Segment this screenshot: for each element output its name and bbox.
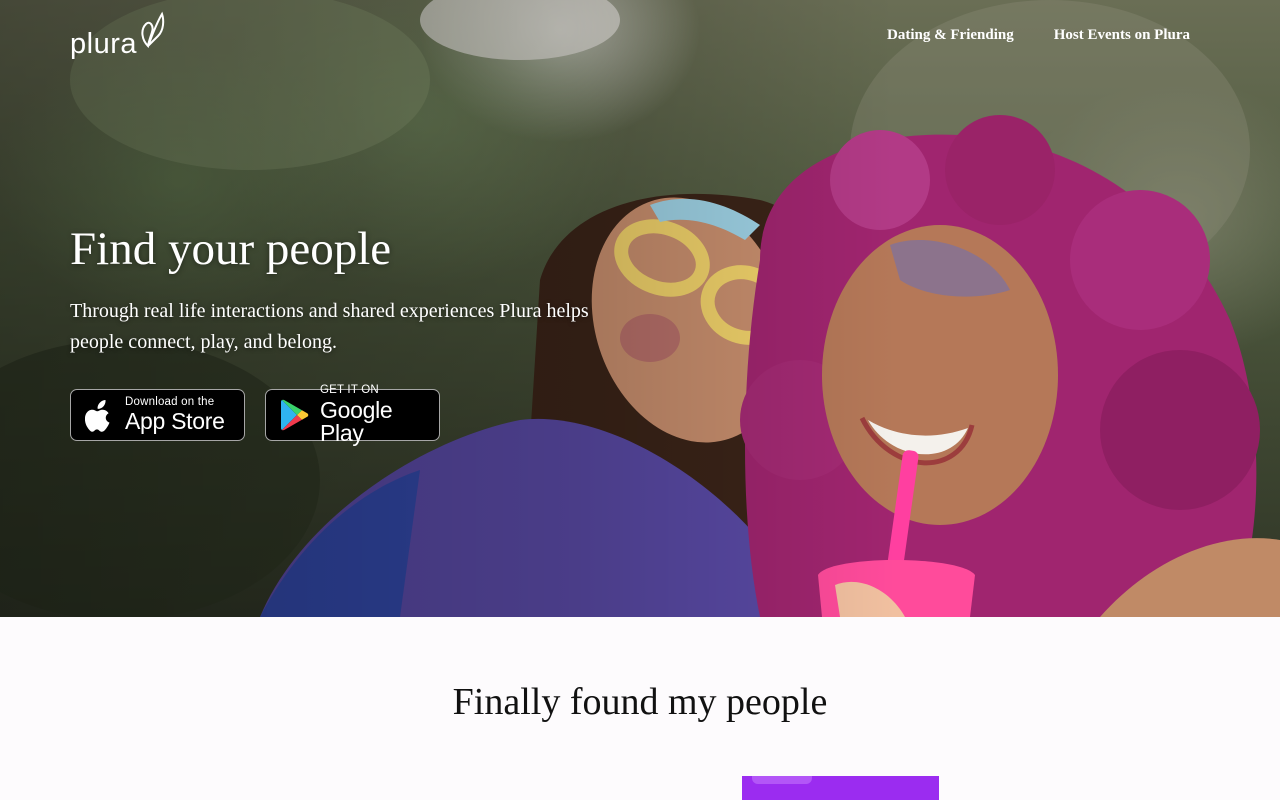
logo-wordmark: plura	[70, 28, 137, 60]
plura-logo[interactable]: plura	[70, 10, 170, 62]
top-nav: Dating & Friending Host Events on Plura	[887, 27, 1190, 44]
google-play-label: Google Play	[320, 396, 393, 446]
google-play-button[interactable]: GET IT ON Google Play	[265, 385, 440, 444]
nav-dating-friending[interactable]: Dating & Friending	[887, 27, 1014, 44]
hero-subtitle: Through real life interactions and share…	[70, 300, 589, 353]
app-store-button[interactable]: Download on the App Store	[70, 389, 245, 441]
hero-section: plura Dating & Friending Host Events on …	[0, 0, 1280, 617]
nav-host-events[interactable]: Host Events on Plura	[1054, 27, 1190, 44]
section-title: Finally found my people	[452, 681, 828, 723]
app-store-label: App Store	[125, 408, 225, 435]
card-decoration	[752, 776, 812, 784]
butterfly-icon	[141, 11, 165, 48]
app-store-small-label: Download on the	[125, 395, 215, 408]
google-play-small-label: GET IT ON	[320, 384, 379, 397]
apple-icon	[85, 400, 110, 432]
testimonial-card-image	[742, 776, 939, 800]
hero-title: Find your people	[70, 223, 392, 275]
google-play-icon	[281, 399, 309, 431]
